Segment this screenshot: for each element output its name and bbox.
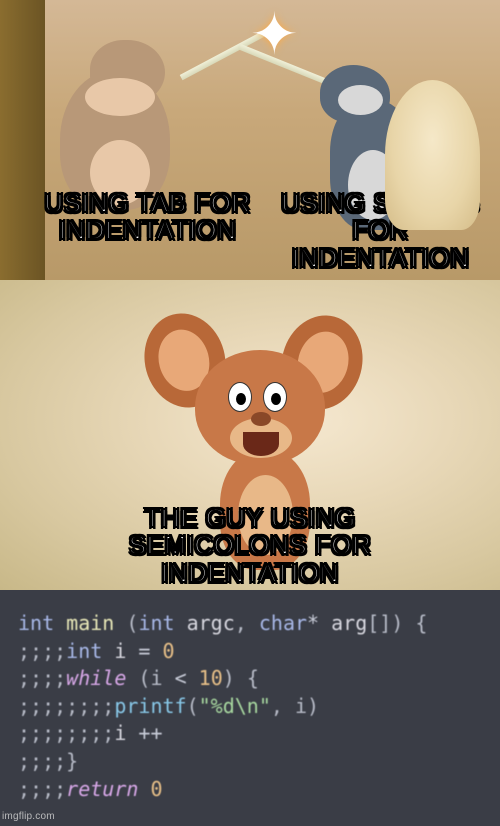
caption-semicolons: The guy using semicolons for indentation bbox=[55, 505, 445, 587]
code-line-5: ;;;;;;;;i ++ bbox=[18, 720, 482, 748]
caption-tab: Using tab for indentation bbox=[35, 190, 260, 245]
caption-spaces: Using spaces for indentation bbox=[268, 190, 493, 272]
meme-middle-panel: The guy using semicolons for indentation bbox=[0, 280, 500, 590]
code-line-3: ;;;;while (i < 10) { bbox=[18, 665, 482, 693]
code-line-1: int main (int argc, char* arg[]) { bbox=[18, 610, 482, 638]
code-panel: int main (int argc, char* arg[]) { ;;;;i… bbox=[0, 590, 500, 826]
meme-top-panel: Using tab for indentation Using spaces f… bbox=[0, 0, 500, 280]
code-line-4: ;;;;;;;;printf("%d\n", i) bbox=[18, 693, 482, 721]
watermark: imgflip.com bbox=[2, 810, 55, 824]
code-line-7: ;;;;return 0 bbox=[18, 776, 482, 804]
code-line-6: ;;;;} bbox=[18, 748, 482, 776]
sword-clash-spark bbox=[250, 12, 305, 67]
code-line-2: ;;;;int i = 0 bbox=[18, 638, 482, 666]
